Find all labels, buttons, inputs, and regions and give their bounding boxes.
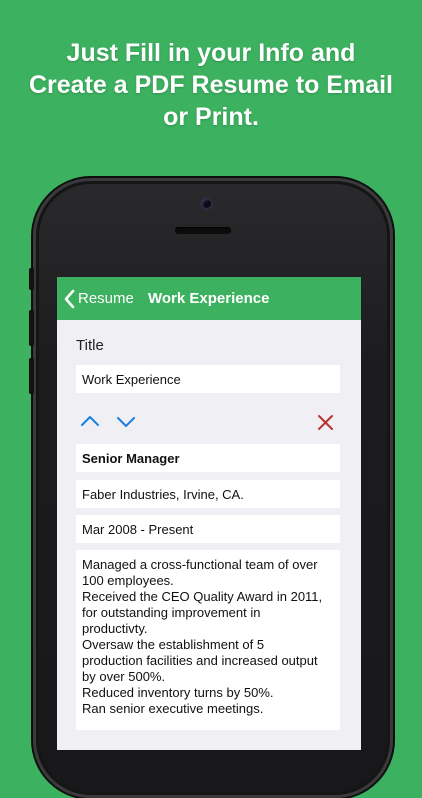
phone-volume-down — [29, 358, 34, 394]
position-field[interactable]: Senior Manager — [76, 444, 340, 472]
dates-field[interactable]: Mar 2008 - Present — [76, 515, 340, 543]
page-title: Work Experience — [148, 290, 270, 307]
chevron-left-icon — [63, 289, 75, 309]
nav-bar: Resume Work Experience — [57, 277, 361, 320]
chevron-down-icon — [116, 415, 136, 429]
headline-line-3: or Print. — [163, 103, 259, 131]
phone-camera — [200, 197, 213, 210]
dates-field-value: Mar 2008 - Present — [82, 521, 194, 537]
title-field[interactable]: Work Experience — [76, 365, 340, 393]
move-up-button[interactable] — [80, 414, 100, 428]
headline-line-2: Create a PDF Resume to Email — [28, 71, 393, 99]
description-textarea[interactable]: Managed a cross-functional team of over … — [76, 550, 340, 730]
delete-entry-button[interactable] — [317, 414, 334, 431]
position-field-value: Senior Manager — [82, 450, 180, 466]
title-field-value: Work Experience — [82, 371, 181, 387]
back-button[interactable]: Resume — [63, 277, 134, 320]
headline-line-1: Just Fill in your Info and — [66, 39, 356, 67]
back-button-label: Resume — [78, 290, 134, 307]
phone-volume-up — [29, 310, 34, 346]
move-down-button[interactable] — [116, 415, 136, 429]
title-label: Title — [76, 337, 104, 354]
company-field-value: Faber Industries, Irvine, CA. — [82, 486, 244, 502]
app-screen: Resume Work Experience Title Work Experi… — [57, 277, 361, 750]
company-field[interactable]: Faber Industries, Irvine, CA. — [76, 480, 340, 508]
promo-headline: Just Fill in your Info and Create a PDF … — [0, 37, 422, 133]
chevron-up-icon — [80, 414, 100, 428]
phone-mute-switch — [29, 268, 34, 290]
phone-speaker — [175, 227, 231, 234]
close-icon — [317, 414, 334, 431]
